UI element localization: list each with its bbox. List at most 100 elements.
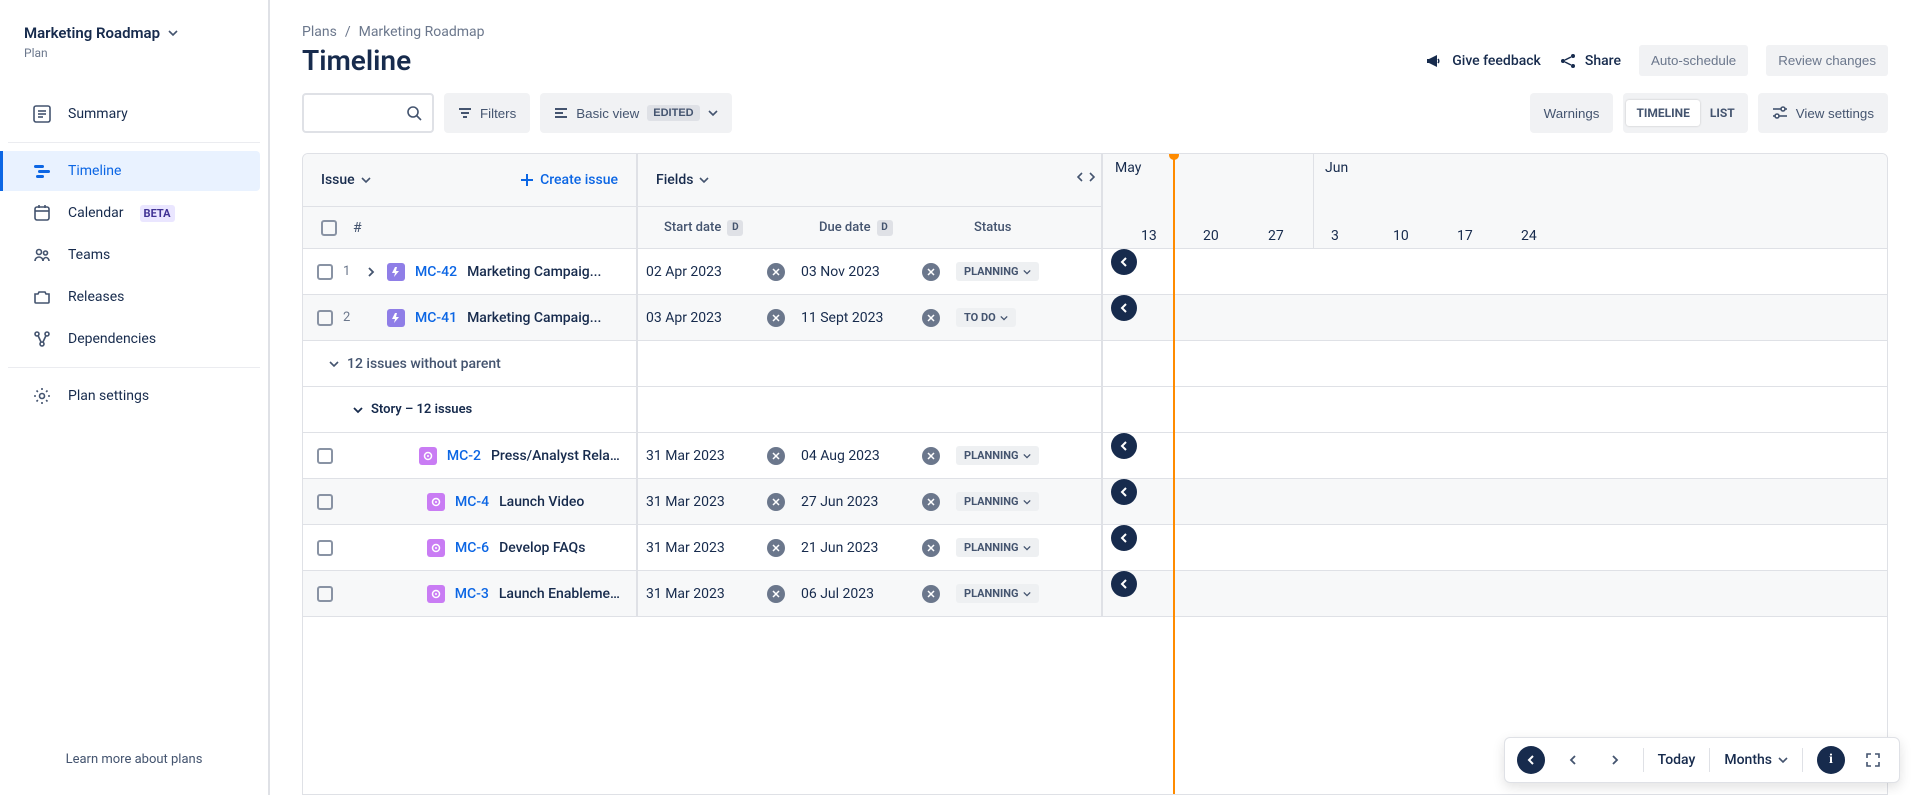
summary-icon — [32, 104, 52, 124]
scroll-to-bar-button[interactable] — [1111, 479, 1137, 505]
due-date-cell[interactable]: 03 Nov 2023 — [793, 262, 948, 281]
clear-icon[interactable] — [767, 309, 785, 327]
issue-key[interactable]: MC-6 — [455, 540, 489, 556]
filter-icon — [458, 106, 472, 120]
timeline-footer-controls: Today Months i — [1504, 737, 1900, 783]
due-date-cell[interactable]: 11 Sept 2023 — [793, 308, 948, 327]
issue-summary[interactable]: Press/Analyst Relations — [491, 448, 622, 464]
clear-icon[interactable] — [767, 539, 785, 557]
status-chip[interactable]: TO DO — [956, 308, 1016, 327]
sidebar-item-releases[interactable]: Releases — [8, 277, 260, 317]
create-issue-button[interactable]: Create issue — [520, 172, 618, 188]
clear-icon[interactable] — [767, 493, 785, 511]
start-date-cell[interactable]: 31 Mar 2023 — [638, 584, 793, 603]
issue-summary[interactable]: Marketing Campaig... — [467, 264, 601, 280]
start-date-cell[interactable]: 31 Mar 2023 — [638, 538, 793, 557]
status-chip[interactable]: PLANNING — [956, 446, 1039, 465]
subgroup-toggle[interactable]: Story – 12 issues — [303, 402, 636, 417]
row-checkbox[interactable] — [317, 310, 333, 326]
view-settings-button[interactable]: View settings — [1758, 93, 1888, 133]
clear-icon[interactable] — [922, 263, 940, 281]
sidebar-item-timeline[interactable]: Timeline — [0, 151, 260, 191]
scroll-to-bar-button[interactable] — [1111, 525, 1137, 551]
clear-icon[interactable] — [922, 447, 940, 465]
row-checkbox[interactable] — [317, 586, 333, 602]
sidebar-item-summary[interactable]: Summary — [8, 94, 260, 134]
today-button[interactable]: Today — [1658, 752, 1696, 768]
clear-icon[interactable] — [767, 585, 785, 603]
due-date-cell[interactable]: 04 Aug 2023 — [793, 446, 948, 465]
chevron-right-icon[interactable] — [367, 267, 375, 277]
warnings-button[interactable]: Warnings — [1530, 93, 1614, 133]
issue-key[interactable]: MC-42 — [415, 264, 457, 280]
group-toggle[interactable]: 12 issues without parent — [303, 356, 636, 372]
due-date-cell[interactable]: 06 Jul 2023 — [793, 584, 948, 603]
fields-column-header[interactable]: Fields — [656, 172, 709, 188]
collapse-fields-icon[interactable] — [1077, 170, 1095, 184]
sidebar-item-settings[interactable]: Plan settings — [8, 376, 260, 416]
clear-icon[interactable] — [767, 447, 785, 465]
auto-schedule-button[interactable]: Auto-schedule — [1639, 45, 1748, 76]
breadcrumb-root[interactable]: Plans — [302, 24, 337, 40]
list-toggle[interactable]: LIST — [1700, 100, 1745, 126]
scroll-to-bar-button[interactable] — [1111, 433, 1137, 459]
clear-icon[interactable] — [767, 263, 785, 281]
clear-icon[interactable] — [922, 493, 940, 511]
start-date-cell[interactable]: 03 Apr 2023 — [638, 308, 793, 327]
row-checkbox[interactable] — [317, 540, 333, 556]
roadmap-table: Issue Create issue # — [302, 153, 1888, 795]
start-date-cell[interactable]: 31 Mar 2023 — [638, 492, 793, 511]
table-row: MC-3 Launch Enablement 31 Mar 202306 Jul 2… — [303, 571, 1887, 617]
due-date-cell[interactable]: 27 Jun 2023 — [793, 492, 948, 511]
start-date-cell[interactable]: 02 Apr 2023 — [638, 262, 793, 281]
issue-key[interactable]: MC-41 — [415, 310, 457, 326]
scroll-to-bar-button[interactable] — [1111, 249, 1137, 275]
status-chip[interactable]: PLANNING — [956, 262, 1039, 281]
status-chip[interactable]: PLANNING — [956, 492, 1039, 511]
sidebar-item-calendar[interactable]: Calendar BETA — [8, 193, 260, 233]
table-row: 1MC-42Marketing Campaig...02 Apr 202303 … — [303, 249, 1887, 295]
issue-summary[interactable]: Launch Video — [499, 494, 584, 510]
issue-summary[interactable]: Marketing Campaig... — [467, 310, 601, 326]
issue-column-header[interactable]: Issue — [321, 172, 371, 188]
row-checkbox[interactable] — [317, 264, 333, 280]
info-button[interactable]: i — [1817, 746, 1845, 774]
scale-dropdown[interactable]: Months — [1724, 752, 1788, 768]
prev-button[interactable] — [1559, 746, 1587, 774]
issue-key[interactable]: MC-3 — [455, 586, 489, 602]
basic-view-button[interactable]: Basic view EDITED — [540, 93, 731, 133]
megaphone-icon — [1424, 51, 1444, 71]
filters-button[interactable]: Filters — [444, 93, 530, 133]
next-button[interactable] — [1601, 746, 1629, 774]
clear-icon[interactable] — [922, 539, 940, 557]
due-date-cell[interactable]: 21 Jun 2023 — [793, 538, 948, 557]
issue-summary[interactable]: Launch Enablement — [499, 586, 622, 602]
row-checkbox[interactable] — [317, 448, 333, 464]
issue-summary[interactable]: Develop FAQs — [499, 540, 585, 556]
learn-more-link[interactable]: Learn more about plans — [0, 736, 268, 783]
scroll-to-bar-button[interactable] — [1111, 571, 1137, 597]
breadcrumb-current[interactable]: Marketing Roadmap — [359, 24, 485, 40]
fullscreen-button[interactable] — [1859, 746, 1887, 774]
plan-subtitle: Plan — [24, 46, 244, 60]
start-date-cell[interactable]: 31 Mar 2023 — [638, 446, 793, 465]
sidebar-item-dependencies[interactable]: Dependencies — [8, 319, 260, 359]
search-input[interactable] — [302, 93, 434, 133]
sidebar-item-teams[interactable]: Teams — [8, 235, 260, 275]
clear-icon[interactable] — [922, 585, 940, 603]
select-all-checkbox[interactable] — [321, 220, 337, 236]
timeline-toggle[interactable]: TIMELINE — [1626, 100, 1699, 126]
issue-key[interactable]: MC-2 — [447, 448, 481, 464]
give-feedback-button[interactable]: Give feedback — [1424, 51, 1541, 71]
breadcrumb: Plans / Marketing Roadmap — [302, 24, 1888, 40]
row-checkbox[interactable] — [317, 494, 333, 510]
clear-icon[interactable] — [922, 309, 940, 327]
plan-switcher[interactable]: Marketing Roadmap — [24, 24, 244, 42]
status-chip[interactable]: PLANNING — [956, 584, 1039, 603]
share-button[interactable]: Share — [1559, 52, 1621, 70]
issue-key[interactable]: MC-4 — [455, 494, 489, 510]
status-chip[interactable]: PLANNING — [956, 538, 1039, 557]
review-changes-button[interactable]: Review changes — [1766, 45, 1888, 76]
scroll-to-bar-button[interactable] — [1111, 295, 1137, 321]
scroll-left-button[interactable] — [1517, 746, 1545, 774]
